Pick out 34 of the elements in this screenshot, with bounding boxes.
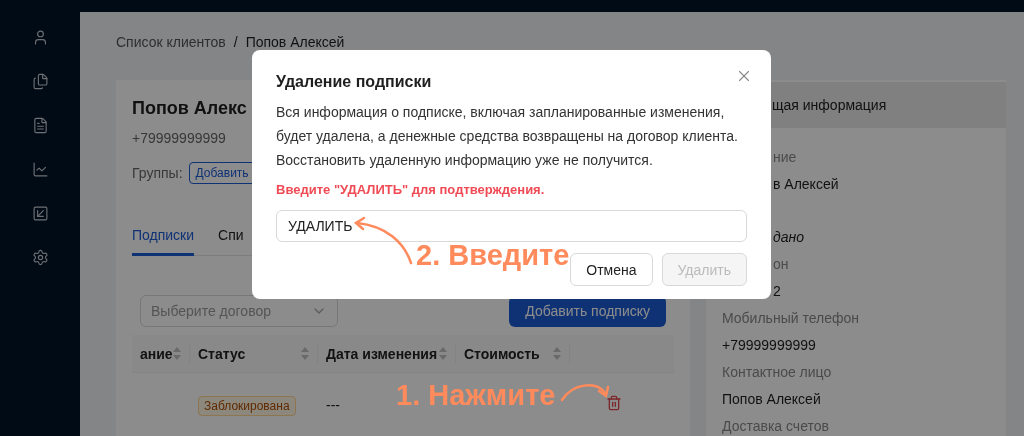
table-cell: ---	[326, 396, 340, 413]
field-value: +79999999999	[722, 335, 816, 355]
column-header: Дата изменения	[326, 345, 438, 362]
breadcrumb-item: Попов Алексей	[245, 34, 345, 50]
field-value: 2	[772, 281, 781, 301]
breadcrumb-item[interactable]: Список клиентов	[116, 34, 226, 50]
dialog-text: будет удалена, а денежные средства возвращены на договор клиента.	[276, 128, 738, 144]
dialog-text: Восстановить удаленную информацию уже не получится.	[276, 152, 653, 168]
column-header: Статус	[198, 345, 246, 362]
breadcrumb-separator: /	[233, 34, 238, 50]
dialog-title: Удаление подписки	[276, 72, 432, 92]
confirmation-input[interactable]: УДАЛИТЬ	[276, 210, 747, 242]
field-label: ние	[772, 147, 797, 167]
field-value: в Алексей	[772, 174, 839, 194]
status-badge: Заблокирована	[198, 395, 296, 416]
cancel-button[interactable]: Отмена	[570, 253, 653, 286]
tab[interactable]: Подписки	[132, 217, 195, 256]
field-label: Контактное лицо	[722, 362, 832, 382]
confirmation-warning: Введите "УДАЛИТЬ" для подтверждения.	[276, 182, 545, 197]
column-header: ание	[140, 345, 173, 362]
annotation-text: 1. Нажмите	[396, 378, 556, 412]
delete-icon[interactable]	[606, 394, 622, 411]
groups-label: Группы:	[132, 165, 183, 181]
field-label: Мобильный телефон	[722, 308, 859, 328]
field-value: Попов Алексей	[722, 389, 821, 409]
annotation-arrow	[353, 216, 413, 265]
client-phone: +79999999999	[132, 130, 226, 146]
contract-select[interactable]: Выберите договор	[140, 295, 338, 327]
field-label: Доставка счетов	[722, 416, 829, 436]
tab[interactable]: Спи	[218, 217, 244, 256]
field-value: дано	[772, 227, 804, 247]
column-header: Стоимость	[464, 345, 540, 362]
client-name: Попов Алекс	[132, 97, 247, 120]
annotation-arrow	[560, 384, 610, 402]
